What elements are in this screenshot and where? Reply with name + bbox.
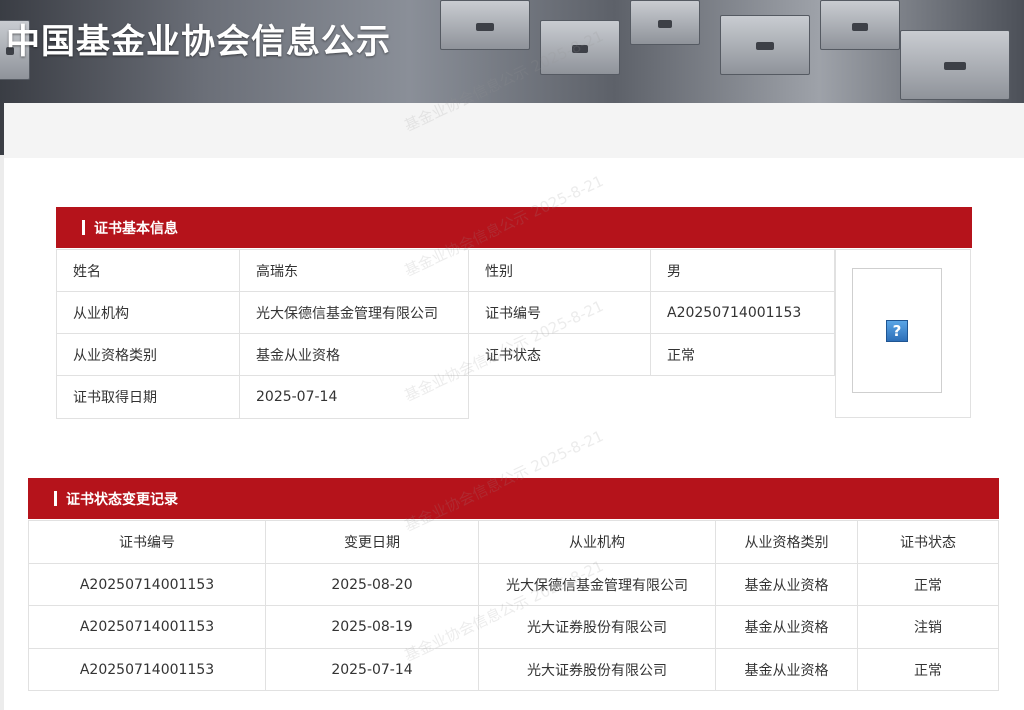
banner-decoration — [540, 20, 620, 75]
table-cell: 2025-07-14 — [265, 648, 479, 691]
table-cell: 正常 — [857, 648, 999, 691]
table-cell: A20250714001153 — [28, 648, 266, 691]
table-cell: A20250714001153 — [28, 563, 266, 606]
section-marker — [54, 491, 57, 506]
col-header-status: 证书状态 — [857, 520, 999, 564]
col-header-qual-type: 从业资格类别 — [715, 520, 858, 564]
label-qual-type: 从业资格类别 — [56, 333, 240, 376]
photo-container: ? — [835, 249, 971, 418]
table-cell: 2025-08-19 — [265, 605, 479, 649]
col-header-cert-no: 证书编号 — [28, 520, 266, 564]
banner-decoration — [820, 0, 900, 50]
banner-decoration — [440, 0, 530, 50]
table-cell: 光大证券股份有限公司 — [478, 648, 716, 691]
table-cell: 基金从业资格 — [715, 605, 858, 649]
value-cert-status: 正常 — [650, 333, 835, 376]
table-cell: 注销 — [857, 605, 999, 649]
table-cell: A20250714001153 — [28, 605, 266, 649]
missing-image-icon: ? — [886, 319, 908, 342]
label-name: 姓名 — [56, 249, 240, 292]
page-title: 中国基金业协会信息公示 — [6, 22, 391, 62]
table-cell: 2025-08-20 — [265, 563, 479, 606]
col-header-change-date: 变更日期 — [265, 520, 479, 564]
photo-frame: ? — [852, 268, 942, 393]
table-cell: 光大保德信基金管理有限公司 — [478, 563, 716, 606]
col-header-org: 从业机构 — [478, 520, 716, 564]
value-cert-no: A20250714001153 — [650, 291, 835, 334]
table-cell: 基金从业资格 — [715, 648, 858, 691]
value-org: 光大保德信基金管理有限公司 — [239, 291, 469, 334]
basic-info-header: 证书基本信息 — [56, 207, 972, 248]
label-gender: 性别 — [468, 249, 651, 292]
label-cert-no: 证书编号 — [468, 291, 651, 334]
label-org: 从业机构 — [56, 291, 240, 334]
banner-decoration — [900, 30, 1010, 100]
panel-top-strip — [4, 103, 1024, 158]
change-records-header: 证书状态变更记录 — [28, 478, 999, 519]
basic-info-title: 证书基本信息 — [94, 220, 178, 237]
table-cell: 正常 — [857, 563, 999, 606]
value-cert-date: 2025-07-14 — [239, 375, 469, 419]
table-cell: 基金从业资格 — [715, 563, 858, 606]
label-cert-date: 证书取得日期 — [56, 375, 240, 419]
banner-decoration — [630, 0, 700, 45]
section-marker — [82, 220, 85, 235]
value-name: 高瑞东 — [239, 249, 469, 292]
label-cert-status: 证书状态 — [468, 333, 651, 376]
table-cell: 光大证券股份有限公司 — [478, 605, 716, 649]
value-gender: 男 — [650, 249, 835, 292]
banner-decoration — [720, 15, 810, 75]
change-records-title: 证书状态变更记录 — [66, 491, 178, 508]
value-qual-type: 基金从业资格 — [239, 333, 469, 376]
